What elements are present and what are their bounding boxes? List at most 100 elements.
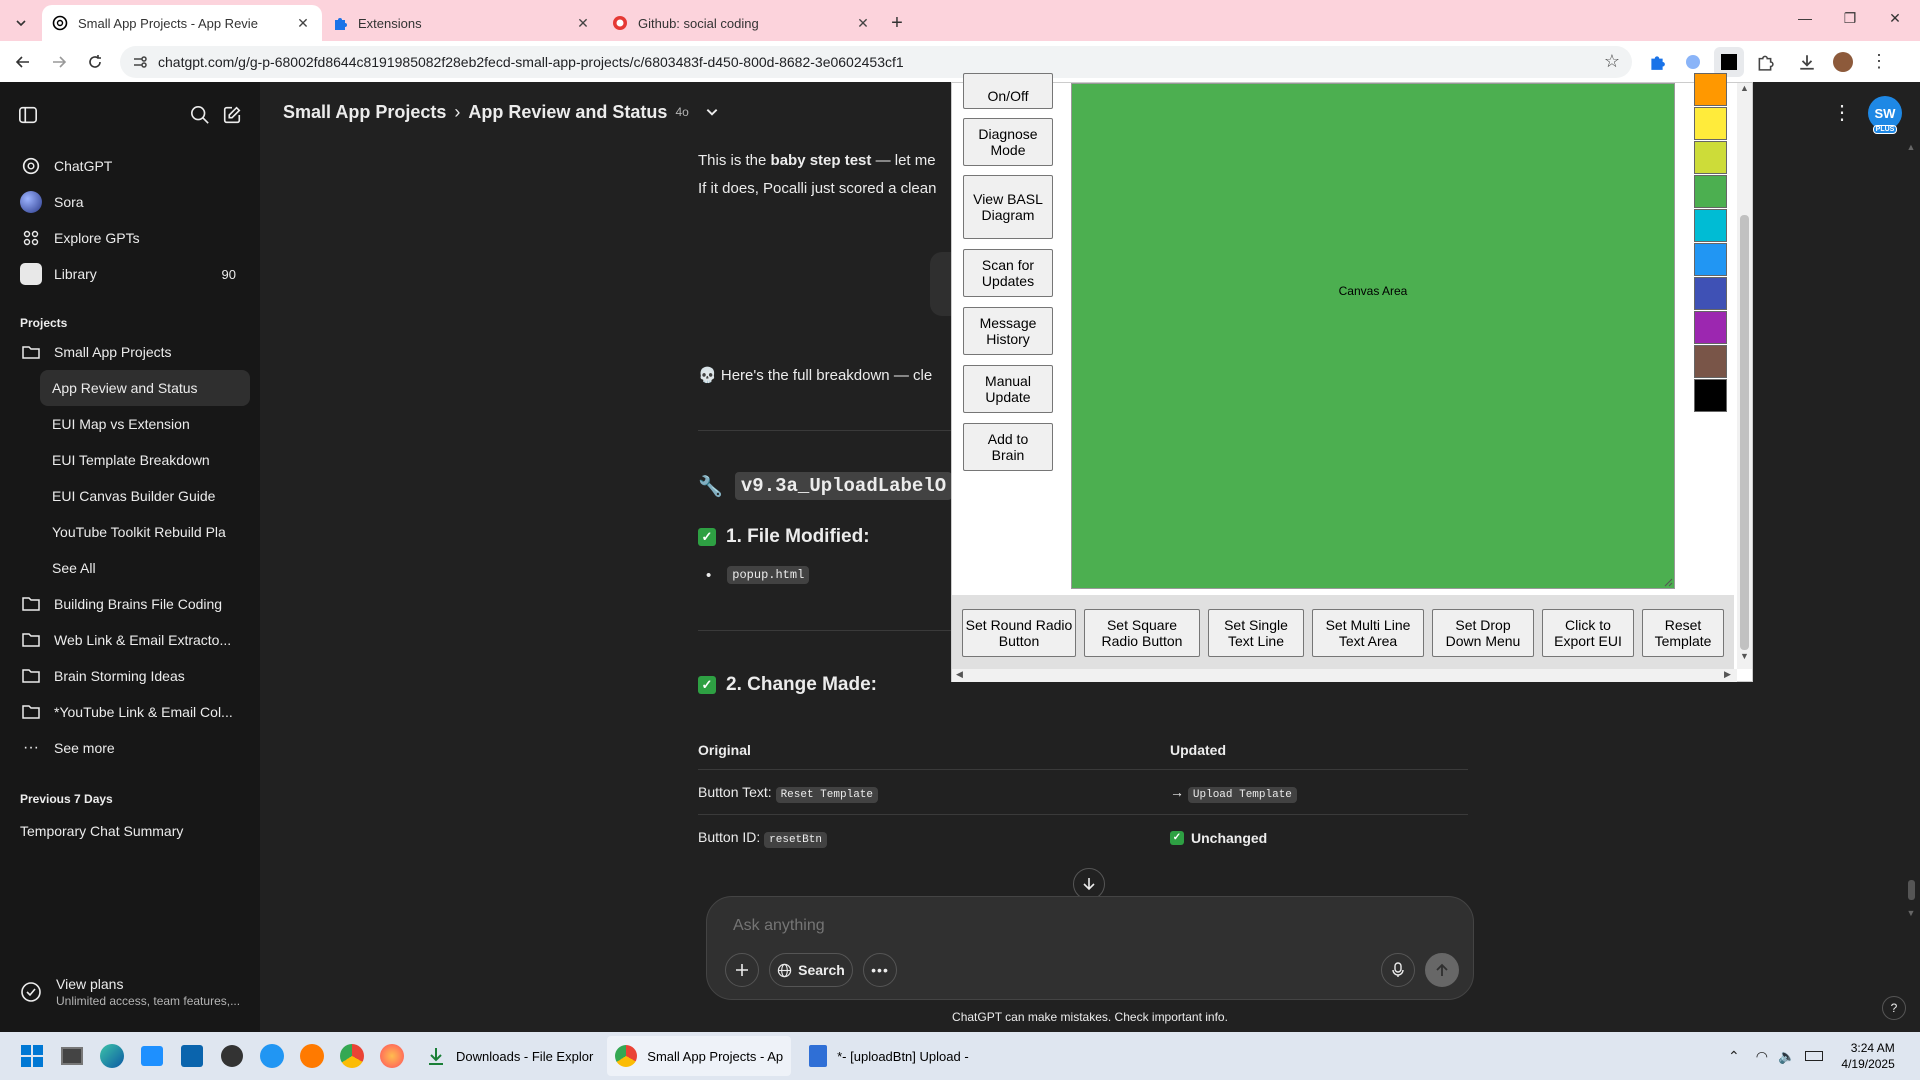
tab-extensions[interactable]: Extensions ✕ xyxy=(322,5,602,41)
voice-button[interactable] xyxy=(1381,953,1415,987)
sidebar-item-chatgpt[interactable]: ChatGPT xyxy=(0,148,260,184)
restore-icon[interactable]: ❐ xyxy=(1830,10,1870,27)
taskbar-app-downloads[interactable]: Downloads - File Explor xyxy=(418,1036,601,1076)
downloads-icon[interactable] xyxy=(1792,47,1822,77)
taskbar-app-notepad[interactable]: *- [uploadBtn] Upload - xyxy=(801,1036,977,1076)
site-settings-icon[interactable] xyxy=(132,54,148,70)
profile-avatar-icon[interactable] xyxy=(1828,47,1858,77)
wifi-icon[interactable]: ◠ xyxy=(1756,1048,1768,1065)
scroll-left-arrow-icon[interactable]: ◀ xyxy=(956,669,963,680)
tab-github[interactable]: Github: social coding ✕ xyxy=(602,5,882,41)
close-tab-icon[interactable]: ✕ xyxy=(574,15,592,32)
diagnose-mode-button[interactable]: Diagnose Mode xyxy=(963,118,1053,166)
store-icon[interactable] xyxy=(132,1036,172,1076)
scan-for-updates-button[interactable]: Scan for Updates xyxy=(963,249,1053,297)
back-button[interactable] xyxy=(8,47,38,77)
more-options-icon[interactable]: ⋮ xyxy=(1832,100,1852,125)
edge-browser-icon[interactable] xyxy=(92,1036,132,1076)
reload-button[interactable] xyxy=(80,47,110,77)
resize-grip-icon[interactable] xyxy=(1663,577,1673,587)
scroll-thumb[interactable] xyxy=(1908,880,1915,900)
scroll-right-arrow-icon[interactable]: ▶ xyxy=(1724,669,1731,680)
color-swatch[interactable] xyxy=(1694,107,1727,140)
help-app-icon[interactable] xyxy=(252,1036,292,1076)
extension-blue-icon[interactable] xyxy=(1678,47,1708,77)
sidebar-project-web-link[interactable]: Web Link & Email Extracto... xyxy=(0,622,260,658)
send-button[interactable] xyxy=(1425,953,1459,987)
close-tab-icon[interactable]: ✕ xyxy=(854,15,872,32)
sidebar-project-youtube-link[interactable]: *YouTube Link & Email Col... xyxy=(0,694,260,730)
set-square-radio-button[interactable]: Set Square Radio Button xyxy=(1084,609,1200,657)
sidebar-item-library[interactable]: Library 90 xyxy=(0,256,260,292)
new-chat-icon[interactable] xyxy=(222,104,242,126)
manual-update-button[interactable]: Manual Update xyxy=(963,365,1053,413)
sidebar-chat-eui-template[interactable]: EUI Template Breakdown xyxy=(40,442,250,478)
sidebar-project-brain-storming[interactable]: Brain Storming Ideas xyxy=(0,658,260,694)
color-swatch[interactable] xyxy=(1694,73,1727,106)
more-tools-button[interactable]: ••• xyxy=(863,953,897,987)
windows-start-icon[interactable] xyxy=(12,1036,52,1076)
battery-icon[interactable] xyxy=(1805,1051,1824,1061)
breadcrumb-project[interactable]: Small App Projects xyxy=(283,102,446,123)
address-bar[interactable]: chatgpt.com/g/g-p-68002fd8644c8191985082… xyxy=(120,45,1632,78)
color-swatch[interactable] xyxy=(1694,277,1727,310)
forward-button[interactable] xyxy=(44,47,74,77)
new-tab-button[interactable]: + xyxy=(882,5,912,41)
message-input[interactable] xyxy=(733,911,1433,941)
sidebar-chat-temporary-summary[interactable]: Temporary Chat Summary xyxy=(0,812,260,850)
view-basl-diagram-button[interactable]: View BASL Diagram xyxy=(963,175,1053,239)
browser-menu-icon[interactable]: ⋮ xyxy=(1864,47,1894,77)
app-circle-icon[interactable] xyxy=(212,1036,252,1076)
minimize-icon[interactable]: — xyxy=(1785,10,1825,26)
sidebar-toggle-icon[interactable] xyxy=(18,104,38,126)
search-button[interactable]: Search xyxy=(769,953,853,987)
sidebar-chat-youtube-toolkit[interactable]: YouTube Toolkit Rebuild Pla xyxy=(40,514,250,550)
extension-puzzle-pinned-icon[interactable] xyxy=(1642,47,1672,77)
sidebar-item-sora[interactable]: Sora xyxy=(0,184,260,220)
chevron-down-icon[interactable] xyxy=(705,105,719,119)
color-swatch[interactable] xyxy=(1694,175,1727,208)
color-swatch[interactable] xyxy=(1694,379,1727,412)
on-off-button[interactable]: On/Off xyxy=(963,73,1053,109)
help-button[interactable]: ? xyxy=(1882,996,1906,1020)
sidebar-chat-eui-map[interactable]: EUI Map vs Extension xyxy=(40,406,250,442)
popup-horizontal-scrollbar[interactable]: ◀ ▶ xyxy=(952,669,1737,682)
add-to-brain-button[interactable]: Add to Brain xyxy=(963,423,1053,471)
volume-icon[interactable]: 🔈 xyxy=(1778,1048,1795,1065)
scroll-up-arrow-icon[interactable]: ▲ xyxy=(1737,83,1752,93)
sidebar-see-all[interactable]: See All xyxy=(40,550,250,586)
close-tab-icon[interactable]: ✕ xyxy=(294,15,312,32)
sidebar-item-explore-gpts[interactable]: Explore GPTs xyxy=(0,220,260,256)
bookmark-star-icon[interactable]: ☆ xyxy=(1604,51,1620,72)
set-drop-down-menu-button[interactable]: Set Drop Down Menu xyxy=(1432,609,1534,657)
avatar[interactable]: SW PLUS xyxy=(1868,96,1902,134)
color-swatch[interactable] xyxy=(1694,345,1727,378)
firefox-icon[interactable] xyxy=(372,1036,412,1076)
scroll-thumb[interactable] xyxy=(1740,215,1749,650)
color-swatch[interactable] xyxy=(1694,243,1727,276)
tab-chatgpt[interactable]: Small App Projects - App Revie ✕ xyxy=(42,5,322,41)
scroll-down-arrow-icon[interactable]: ▼ xyxy=(1737,651,1752,661)
chrome-icon[interactable] xyxy=(332,1036,372,1076)
tab-list-button[interactable] xyxy=(6,5,36,41)
view-plans[interactable]: View plans Unlimited access, team featur… xyxy=(20,976,240,1008)
color-swatch[interactable] xyxy=(1694,311,1727,344)
message-history-button[interactable]: Message History xyxy=(963,307,1053,355)
model-badge[interactable]: 4o xyxy=(675,105,688,119)
breadcrumb-chat-title[interactable]: App Review and Status xyxy=(468,102,667,123)
page-scrollbar[interactable]: ▲ ▼ xyxy=(1904,142,1918,922)
clock[interactable]: 3:24 AM 4/19/2025 xyxy=(1841,1040,1894,1072)
media-player-icon[interactable] xyxy=(292,1036,332,1076)
task-view-icon[interactable] xyxy=(52,1036,92,1076)
set-single-text-line-button[interactable]: Set Single Text Line xyxy=(1208,609,1304,657)
color-swatch[interactable] xyxy=(1694,209,1727,242)
sidebar-chat-eui-canvas[interactable]: EUI Canvas Builder Guide xyxy=(40,478,250,514)
color-swatch[interactable] xyxy=(1694,141,1727,174)
scroll-down-arrow-icon[interactable]: ▼ xyxy=(1904,908,1918,918)
scroll-up-arrow-icon[interactable]: ▲ xyxy=(1904,142,1918,152)
reset-template-button[interactable]: Reset Template xyxy=(1642,609,1724,657)
attach-button[interactable] xyxy=(725,953,759,987)
taskbar-app-chrome-chatgpt[interactable]: Small App Projects - Ap xyxy=(607,1036,792,1076)
outlook-icon[interactable] xyxy=(172,1036,212,1076)
canvas-area[interactable]: Canvas Area xyxy=(1071,83,1675,589)
